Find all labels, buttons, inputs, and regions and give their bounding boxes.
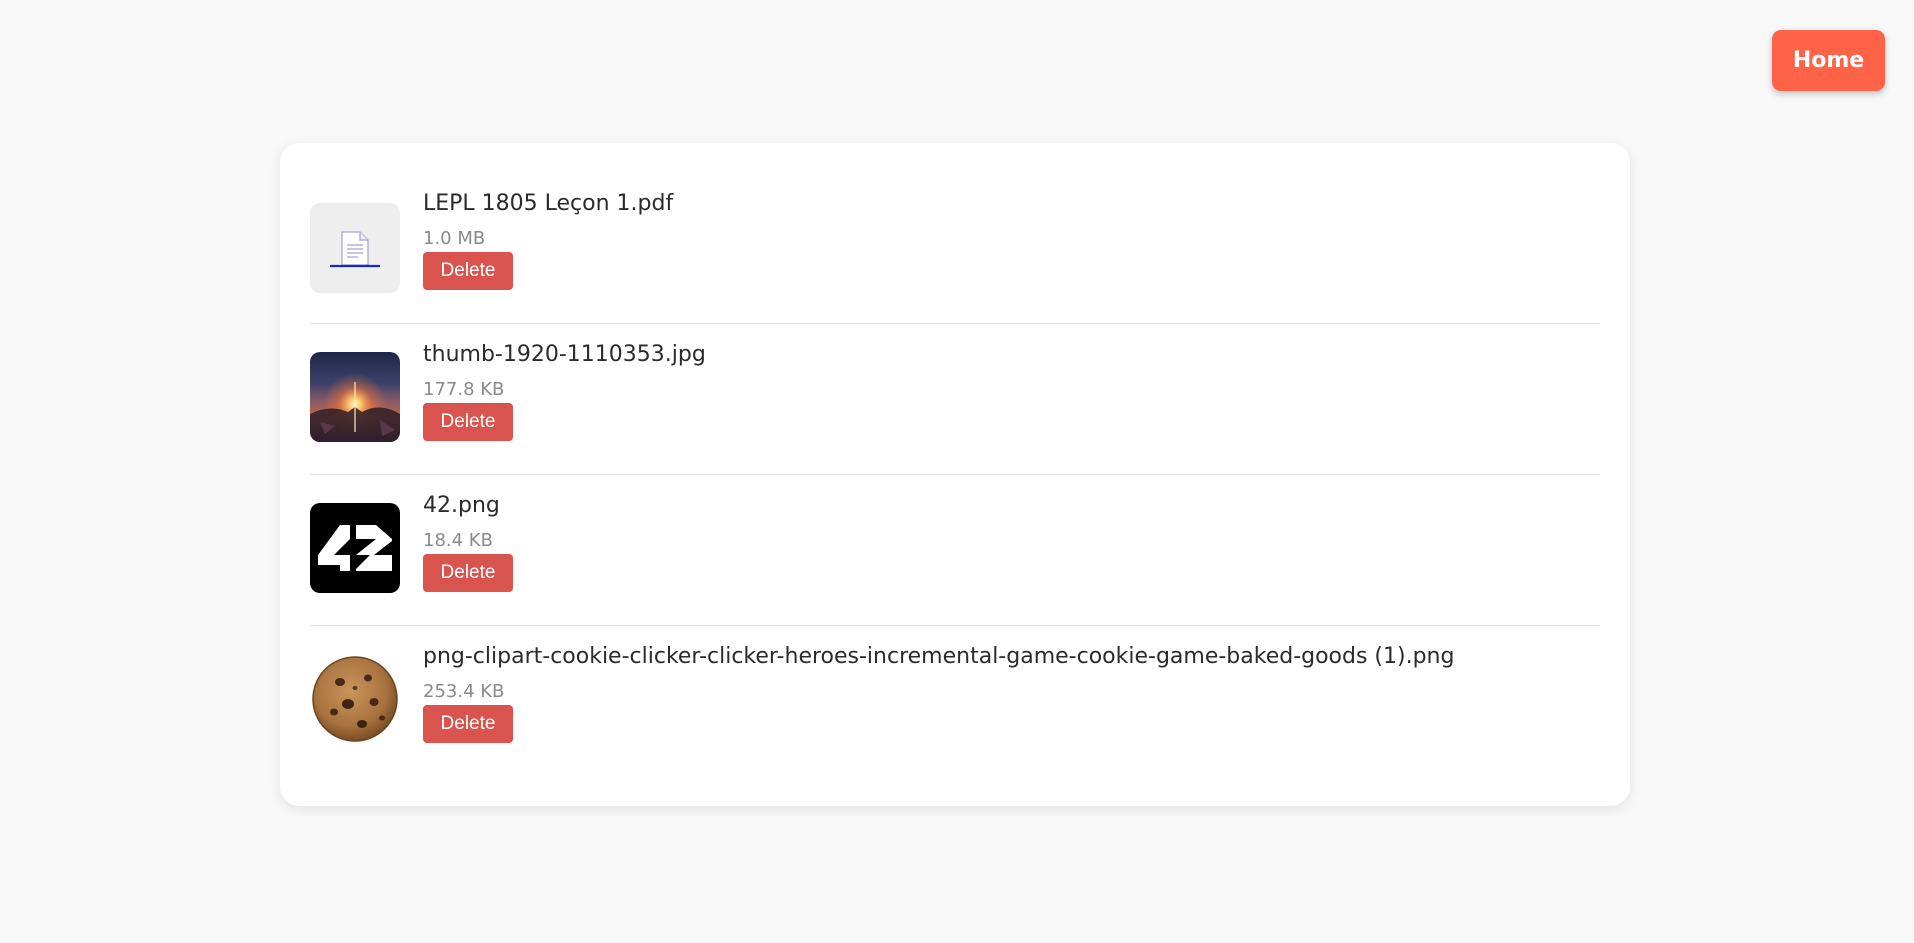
delete-button[interactable]: Delete <box>423 554 513 592</box>
file-thumbnail-image <box>310 352 400 442</box>
cookie-image-thumbnail <box>312 656 398 742</box>
file-size: 177.8 KB <box>423 379 505 400</box>
file-item: 42.png 18.4 KB Delete <box>310 475 1600 626</box>
logo-42-thumbnail <box>318 525 392 571</box>
file-size: 253.4 KB <box>423 681 505 702</box>
sunset-image-thumbnail <box>310 352 400 442</box>
file-name: png-clipart-cookie-clicker-clicker-heroe… <box>423 644 1455 669</box>
file-list-card: LEPL 1805 Leçon 1.pdf 1.0 MB Delete thum… <box>280 143 1630 806</box>
file-item: LEPL 1805 Leçon 1.pdf 1.0 MB Delete <box>310 173 1600 324</box>
file-name: 42.png <box>423 493 500 518</box>
file-item: png-clipart-cookie-clicker-clicker-heroe… <box>310 626 1600 777</box>
file-name: thumb-1920-1110353.jpg <box>423 342 706 367</box>
file-size: 18.4 KB <box>423 530 493 551</box>
file-size: 1.0 MB <box>423 228 486 249</box>
file-thumbnail-pdf <box>310 203 400 293</box>
document-icon <box>330 231 380 268</box>
file-list: LEPL 1805 Leçon 1.pdf 1.0 MB Delete thum… <box>310 173 1600 777</box>
file-thumbnail-image <box>310 503 400 593</box>
delete-button[interactable]: Delete <box>423 252 513 290</box>
delete-button[interactable]: Delete <box>423 403 513 441</box>
delete-button[interactable]: Delete <box>423 705 513 743</box>
home-button[interactable]: Home <box>1772 30 1885 91</box>
file-thumbnail-image <box>310 654 400 744</box>
file-name: LEPL 1805 Leçon 1.pdf <box>423 191 674 216</box>
file-item: thumb-1920-1110353.jpg 177.8 KB Delete <box>310 324 1600 475</box>
